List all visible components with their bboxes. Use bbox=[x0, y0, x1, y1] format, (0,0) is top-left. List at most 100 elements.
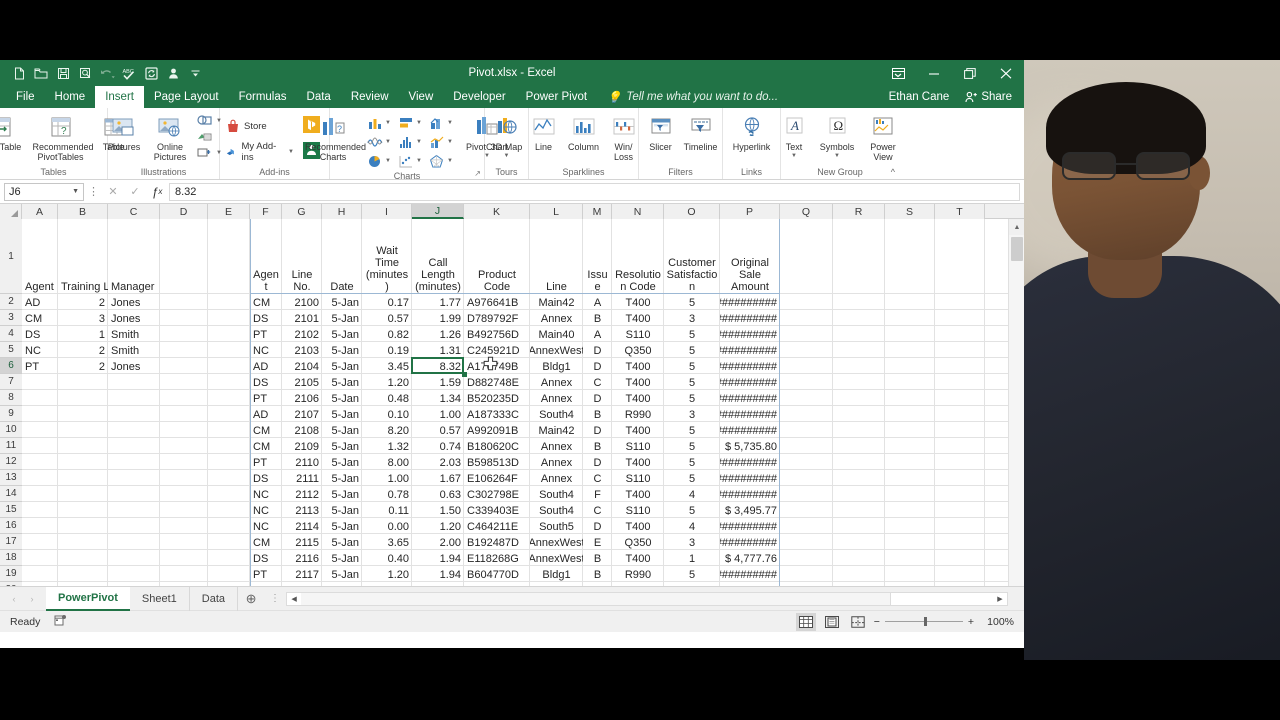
cell-line-9[interactable]: South4 bbox=[530, 406, 583, 422]
cell-satisfaction-2[interactable]: 5 bbox=[664, 294, 720, 310]
cell-date-10[interactable]: 5-Jan bbox=[322, 422, 362, 438]
cell-product-code-2[interactable]: A976641B bbox=[464, 294, 530, 310]
row-header-3[interactable]: 3 bbox=[0, 310, 22, 326]
scroll-up-icon[interactable]: ▲ bbox=[1009, 219, 1024, 235]
cell-date-4[interactable]: 5-Jan bbox=[322, 326, 362, 342]
row-header-17[interactable]: 17 bbox=[0, 534, 22, 550]
cell-satisfaction-11[interactable]: 5 bbox=[664, 438, 720, 454]
3d-map-dropdown-icon[interactable]: ▼ bbox=[504, 153, 510, 159]
cell-resolution-code-18[interactable]: T400 bbox=[612, 550, 664, 566]
row-header-10[interactable]: 10 bbox=[0, 422, 22, 438]
cell-training-level-4[interactable]: 1 bbox=[58, 326, 108, 342]
row-header-6[interactable]: 6 bbox=[0, 358, 22, 374]
cell-date-7[interactable]: 5-Jan bbox=[322, 374, 362, 390]
cell-product-code-6[interactable]: A176749B bbox=[464, 358, 530, 374]
cell-issue-5[interactable]: D bbox=[583, 342, 612, 358]
cell-line-no-18[interactable]: 2116 bbox=[282, 550, 322, 566]
name-box-dropdown-icon[interactable]: ▼ bbox=[72, 188, 79, 195]
zoom-knob[interactable] bbox=[923, 617, 927, 626]
symbols-button[interactable]: Ω Symbols ▼ bbox=[815, 111, 859, 159]
cell-sale-amount-11[interactable]: $ 5,735.80 bbox=[720, 438, 780, 454]
cell-agent-8[interactable]: PT bbox=[250, 390, 282, 406]
cell-line-8[interactable]: Annex bbox=[530, 390, 583, 406]
cell-satisfaction-17[interactable]: 3 bbox=[664, 534, 720, 550]
cell-issue-9[interactable]: B bbox=[583, 406, 612, 422]
column-header-n[interactable]: N bbox=[612, 204, 664, 219]
cell-training-level-2[interactable]: 2 bbox=[58, 294, 108, 310]
cell-resolution-code-11[interactable]: S110 bbox=[612, 438, 664, 454]
cell-sale-amount-14[interactable]: ########## bbox=[720, 486, 780, 502]
cell-wait-time-12[interactable]: 8.00 bbox=[362, 454, 412, 470]
sheet-next-icon[interactable]: › bbox=[24, 591, 40, 607]
scroll-left-icon[interactable]: ◀ bbox=[287, 592, 301, 606]
cell-satisfaction-3[interactable]: 3 bbox=[664, 310, 720, 326]
cell-wait-time-6[interactable]: 3.45 bbox=[362, 358, 412, 374]
cell-date-13[interactable]: 5-Jan bbox=[322, 470, 362, 486]
waterfall-chart-button[interactable]: ▼ bbox=[367, 133, 397, 151]
cell-line-20[interactable]: Main40 bbox=[530, 582, 583, 586]
cell-product-code-18[interactable]: E118268G bbox=[464, 550, 530, 566]
cell-agent-4[interactable]: PT bbox=[250, 326, 282, 342]
cell-call-length-15[interactable]: 1.50 bbox=[412, 502, 464, 518]
bar-chart-button[interactable]: ▼ bbox=[398, 114, 428, 132]
cell-issue-13[interactable]: C bbox=[583, 470, 612, 486]
header-cell-m[interactable]: Issu e bbox=[583, 219, 612, 294]
cell-issue-19[interactable]: B bbox=[583, 566, 612, 582]
zoom-slider[interactable]: − + bbox=[874, 616, 974, 628]
column-chart-button[interactable]: ▼ bbox=[367, 114, 397, 132]
hierarchy-chart-button[interactable]: ▼ bbox=[429, 114, 459, 132]
sheet-tab-powerpivot[interactable]: PowerPivot bbox=[46, 586, 130, 611]
pivottable-button[interactable]: PivotTable bbox=[0, 111, 27, 152]
row-header-1[interactable]: 1 bbox=[0, 219, 22, 294]
cell-call-length-10[interactable]: 0.57 bbox=[412, 422, 464, 438]
cell-agent-2[interactable]: CM bbox=[250, 294, 282, 310]
cell-product-code-17[interactable]: B192487D bbox=[464, 534, 530, 550]
cell-line-18[interactable]: AnnexWest bbox=[530, 550, 583, 566]
cell-date-8[interactable]: 5-Jan bbox=[322, 390, 362, 406]
row-header-11[interactable]: 11 bbox=[0, 438, 22, 454]
cell-resolution-code-20[interactable]: R990 bbox=[612, 582, 664, 586]
cell-call-length-11[interactable]: 0.74 bbox=[412, 438, 464, 454]
online-pictures-button[interactable]: Online Pictures bbox=[148, 111, 192, 162]
vertical-scrollbar[interactable]: ▲ bbox=[1008, 219, 1024, 586]
recommended-pivottables-button[interactable]: ? Recommended PivotTables bbox=[29, 111, 94, 162]
cell-manager-4[interactable]: Smith bbox=[108, 326, 160, 342]
cell-line-17[interactable]: AnnexWest bbox=[530, 534, 583, 550]
column-header-p[interactable]: P bbox=[720, 204, 780, 219]
text-button[interactable]: A Text ▼ bbox=[775, 111, 813, 159]
cell-line-16[interactable]: South5 bbox=[530, 518, 583, 534]
symbols-dropdown-icon[interactable]: ▼ bbox=[834, 153, 840, 159]
store-button[interactable]: Store bbox=[223, 118, 270, 134]
sheet-split-grip[interactable]: ⋮ bbox=[264, 593, 286, 604]
cell-satisfaction-9[interactable]: 3 bbox=[664, 406, 720, 422]
cell-resolution-code-12[interactable]: T400 bbox=[612, 454, 664, 470]
cell-line-10[interactable]: Main42 bbox=[530, 422, 583, 438]
cell-satisfaction-7[interactable]: 5 bbox=[664, 374, 720, 390]
cell-wait-time-8[interactable]: 0.48 bbox=[362, 390, 412, 406]
cell-call-length-7[interactable]: 1.59 bbox=[412, 374, 464, 390]
cell-sale-amount-5[interactable]: ########## bbox=[720, 342, 780, 358]
cell-resolution-code-3[interactable]: T400 bbox=[612, 310, 664, 326]
restore-window-icon[interactable] bbox=[952, 60, 988, 86]
cell-issue-4[interactable]: A bbox=[583, 326, 612, 342]
horizontal-scroll-thumb[interactable] bbox=[301, 592, 892, 605]
column-header-r[interactable]: R bbox=[833, 204, 885, 219]
cell-line-7[interactable]: Annex bbox=[530, 374, 583, 390]
macro-icon[interactable] bbox=[162, 62, 184, 84]
cell-date-20[interactable]: 5-Jan bbox=[322, 582, 362, 586]
zoom-value[interactable]: 100% bbox=[980, 616, 1014, 628]
cancel-icon[interactable]: ✕ bbox=[103, 183, 123, 201]
sparkline-winloss-button[interactable]: Win/ Loss bbox=[605, 111, 643, 162]
cell-line-no-15[interactable]: 2113 bbox=[282, 502, 322, 518]
cell-satisfaction-16[interactable]: 4 bbox=[664, 518, 720, 534]
header-cell-o[interactable]: Customer Satisfactio n bbox=[664, 219, 720, 294]
cell-line-no-5[interactable]: 2103 bbox=[282, 342, 322, 358]
cell-agent-17[interactable]: CM bbox=[250, 534, 282, 550]
refresh-all-icon[interactable] bbox=[140, 62, 162, 84]
cell-product-code-16[interactable]: C464211E bbox=[464, 518, 530, 534]
cell-resolution-code-14[interactable]: T400 bbox=[612, 486, 664, 502]
cell-satisfaction-18[interactable]: 1 bbox=[664, 550, 720, 566]
row-header-4[interactable]: 4 bbox=[0, 326, 22, 342]
cell-sale-amount-10[interactable]: ########## bbox=[720, 422, 780, 438]
header-cell-l[interactable]: Line bbox=[530, 219, 583, 294]
